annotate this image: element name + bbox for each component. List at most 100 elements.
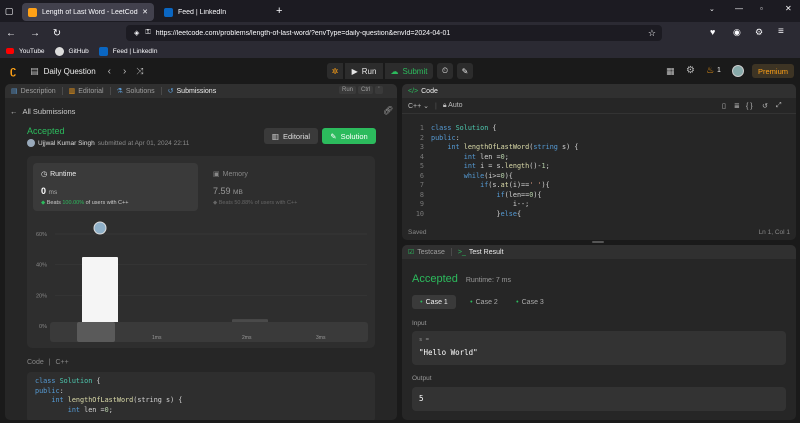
- leetcode-header: ʗ ▤ Daily Question ‹ › ⤨ ✲ ▶ Run ☁ Submit …: [0, 58, 800, 84]
- code-editor[interactable]: class Solution { public: int lengthOfLas…: [431, 124, 791, 219]
- next-problem-icon[interactable]: ›: [123, 66, 126, 77]
- slider-handle[interactable]: [77, 322, 115, 342]
- minimize-icon[interactable]: —: [735, 4, 743, 13]
- browser-tab-bar: ▢ Length of Last Word - LeetCode ✕ Feed …: [0, 0, 800, 22]
- layout-icon[interactable]: ▦: [666, 66, 675, 77]
- url-bar[interactable]: ◈ ⚿ https://leetcode.com/problems/length…: [126, 25, 662, 41]
- line-number: 8: [419, 190, 424, 199]
- bookmark-youtube[interactable]: YouTube: [6, 48, 45, 55]
- tab-test-result[interactable]: >_ Test Result: [458, 249, 504, 256]
- streak-fire-icon[interactable]: ♨: [706, 65, 714, 76]
- memory-value: 7.59: [213, 186, 231, 196]
- case-tab-3[interactable]: • Case 3: [510, 295, 550, 309]
- terminal-icon: >_: [457, 248, 466, 256]
- timer-button[interactable]: ⏲: [437, 63, 453, 79]
- tab-testcase[interactable]: ☑ Testcase: [408, 248, 445, 257]
- menu-icon[interactable]: ≡: [778, 26, 784, 37]
- debug-button[interactable]: ✲: [327, 63, 343, 79]
- all-submissions-link[interactable]: ← All Submissions: [10, 107, 75, 116]
- tab-solutions[interactable]: ⚗ Solutions: [117, 87, 155, 96]
- runtime-bar[interactable]: [82, 257, 118, 326]
- lock-icon: 🔒︎: [442, 102, 447, 109]
- play-icon: ▶: [351, 66, 358, 76]
- line-number: 9: [419, 200, 424, 208]
- language-select[interactable]: C++ ⌄: [408, 102, 429, 110]
- case-tab-2[interactable]: • Case 2: [464, 295, 504, 309]
- daily-question-link[interactable]: Daily Question: [44, 67, 96, 76]
- stats-container: ◷ Runtime 0 ms ◆ Beats 100.00% of users w…: [27, 156, 375, 348]
- restore-icon[interactable]: ▫: [760, 4, 763, 13]
- settings-gear-icon[interactable]: ⚙: [686, 65, 695, 76]
- lock-icon: ⚿: [145, 29, 151, 36]
- code-brackets-icon: </>: [408, 87, 419, 95]
- reload-icon[interactable]: ↻: [48, 28, 66, 39]
- line-number: 3: [419, 143, 424, 151]
- url-text: https://leetcode.com/problems/length-of-…: [155, 29, 451, 37]
- shuffle-icon[interactable]: ⤨: [136, 66, 143, 77]
- document-icon: ▤: [11, 88, 18, 95]
- browser-tab-linkedin[interactable]: Feed | LinkedIn: [158, 3, 270, 21]
- pocket-icon[interactable]: ♥: [710, 27, 715, 37]
- braces-icon[interactable]: { }: [746, 103, 753, 110]
- run-button[interactable]: ▶ Run: [345, 63, 383, 79]
- output-box: 5: [412, 387, 786, 411]
- tab-submissions[interactable]: ↺ Submissions: [168, 87, 217, 96]
- tab-editorial[interactable]: ▥ Editorial: [69, 87, 104, 96]
- line-number: 6: [419, 171, 424, 180]
- bookmark-icon[interactable]: ▯: [722, 102, 726, 110]
- bookmark-star-icon[interactable]: ☆: [648, 28, 656, 39]
- y-tick-label: 0%: [39, 324, 47, 330]
- editor-status-bar: Saved Ln 1, Col 1: [408, 229, 790, 236]
- editorial-button[interactable]: ▥ Editorial: [264, 128, 318, 144]
- line-number: 4: [419, 152, 424, 161]
- tab-list-icon[interactable]: ⌄: [709, 5, 715, 13]
- user-avatar[interactable]: [732, 65, 744, 77]
- fullscreen-icon[interactable]: ⤢: [776, 102, 782, 110]
- memory-card[interactable]: ▣ Memory 7.59 MB ◆ Beats 50.88% of users …: [207, 163, 367, 211]
- solution-button[interactable]: ✎ Solution: [322, 128, 376, 144]
- extensions-icon[interactable]: ⚙: [755, 27, 763, 38]
- runtime-value: 0: [41, 186, 47, 196]
- github-icon: [54, 46, 64, 56]
- leetcode-logo-icon[interactable]: ʗ: [10, 65, 16, 77]
- prev-problem-icon[interactable]: ‹: [108, 66, 111, 77]
- bookmark-linkedin[interactable]: Feed | LinkedIn: [98, 46, 157, 56]
- bookmark-github[interactable]: GitHub: [54, 46, 89, 56]
- runtime-card[interactable]: ◷ Runtime 0 ms ◆ Beats 100.00% of users w…: [33, 163, 198, 211]
- beats-icon: ◆: [41, 200, 46, 206]
- user-position-avatar: [93, 221, 107, 235]
- test-panel-tabs: ☑ Testcase >_ Test Result: [402, 245, 796, 259]
- input-box: s = "Hello World": [412, 331, 786, 365]
- code-editor-panel: </> Code C++ ⌄ | 🔒︎ Auto ▯ ≣ { } ↺ ⤢ 1234…: [402, 84, 796, 240]
- book-icon: ▥: [271, 131, 279, 141]
- new-tab-icon[interactable]: +: [276, 5, 282, 17]
- tab-description[interactable]: ▤ Description: [11, 87, 56, 96]
- leetcode-favicon: [28, 7, 37, 17]
- share-link-icon[interactable]: 🔗︎: [383, 106, 393, 115]
- problem-list-icon[interactable]: ▤: [30, 66, 39, 77]
- submit-button[interactable]: ☁ Submit: [385, 63, 433, 79]
- forward-icon[interactable]: →: [26, 28, 44, 39]
- reset-icon[interactable]: ↺: [762, 102, 768, 110]
- line-number: 10: [415, 209, 424, 218]
- avatar: [27, 139, 35, 147]
- close-window-icon[interactable]: ✕: [785, 4, 792, 13]
- arrow-left-icon: ←: [10, 107, 18, 116]
- y-tick-label: 40%: [36, 263, 47, 269]
- close-tab-icon[interactable]: ✕: [142, 8, 148, 16]
- submitter-name[interactable]: Ujjwal Kumar Singh: [38, 140, 95, 147]
- code-section-header: Code | C++: [27, 359, 69, 366]
- case-tab-1[interactable]: • Case 1: [412, 295, 456, 309]
- premium-button[interactable]: Premium: [752, 64, 794, 78]
- autocomplete-toggle[interactable]: 🔒︎ Auto: [443, 102, 463, 110]
- back-icon[interactable]: ←: [2, 28, 20, 39]
- panel-resize-handle[interactable]: [592, 241, 604, 243]
- browser-tab-leetcode[interactable]: Length of Last Word - LeetCode ✕: [22, 3, 154, 21]
- chart-range-slider[interactable]: 1ms 2ms 3ms: [50, 322, 368, 342]
- format-icon[interactable]: ≣: [734, 102, 740, 110]
- notes-button[interactable]: ✎: [457, 63, 473, 79]
- test-result-panel: ☑ Testcase >_ Test Result Accepted Runtime…: [402, 245, 796, 420]
- firefox-view-icon[interactable]: ▢: [0, 6, 18, 17]
- account-icon[interactable]: ◉: [733, 27, 741, 38]
- output-value: 5: [419, 394, 424, 403]
